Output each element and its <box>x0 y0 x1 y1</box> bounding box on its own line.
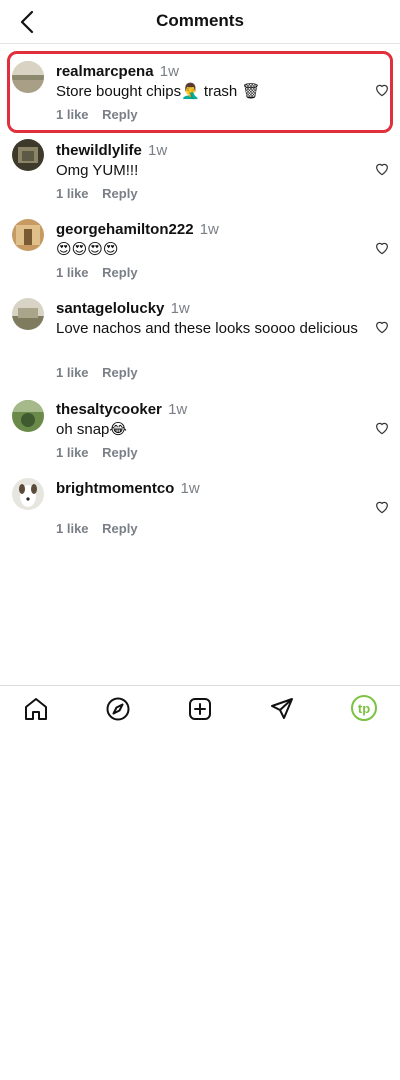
avatar[interactable] <box>12 61 44 93</box>
heart-icon[interactable] <box>374 82 390 98</box>
like-count[interactable]: 1 like <box>56 365 89 380</box>
comment-actions: 1 like Reply <box>56 521 148 536</box>
comment-actions: 1 like Reply <box>56 107 148 122</box>
comment-username[interactable]: thewildlylife <box>56 142 142 159</box>
comment-item: realmarcpena 1w Store bought chips🤦‍♂️ t… <box>0 44 400 139</box>
comment-time: 1w <box>170 300 190 317</box>
like-count[interactable]: 1 like <box>56 445 89 460</box>
heart-icon[interactable] <box>374 499 390 515</box>
comment-text: Love nachos and these looks soooo delici… <box>56 320 358 337</box>
comment-time: 1w <box>159 63 179 80</box>
reply-button[interactable]: Reply <box>102 186 137 201</box>
comment-username[interactable]: brightmomentco <box>56 480 174 497</box>
page-title: Comments <box>156 11 244 30</box>
create-post-icon[interactable] <box>187 696 213 722</box>
header: Comments <box>0 0 400 44</box>
reply-button[interactable]: Reply <box>102 365 137 380</box>
like-count[interactable]: 1 like <box>56 107 89 122</box>
avatar[interactable] <box>12 400 44 432</box>
comment-actions: 1 like Reply <box>56 265 148 280</box>
avatar[interactable] <box>12 219 44 251</box>
home-icon[interactable] <box>23 696 49 722</box>
comment-time: 1w <box>168 401 188 418</box>
comment-actions: 1 like Reply <box>56 445 148 460</box>
comment-text: 😍😍😍😍 <box>56 241 119 258</box>
comment-text: oh snap😂 <box>56 421 127 438</box>
comment-time: 1w <box>199 221 219 238</box>
heart-icon[interactable] <box>374 420 390 436</box>
avatar[interactable] <box>12 139 44 171</box>
comment-item: thewildlylife 1w Omg YUM!!! 1 like Reply <box>0 139 400 218</box>
reply-button[interactable]: Reply <box>102 445 137 460</box>
comment-username[interactable]: thesaltycooker <box>56 401 162 418</box>
like-count[interactable]: 1 like <box>56 521 89 536</box>
comment-time: 1w <box>148 142 168 159</box>
avatar[interactable] <box>12 298 44 330</box>
comment-text: Store bought chips🤦‍♂️ trash 🗑 <box>56 83 261 100</box>
profile-avatar-icon[interactable]: tp <box>351 695 377 721</box>
comment-item: santagelolucky 1w Love nachos and these … <box>0 297 400 398</box>
reply-button[interactable]: Reply <box>102 107 137 122</box>
heart-icon[interactable] <box>374 161 390 177</box>
comment-text: Omg YUM!!! <box>56 162 139 179</box>
comment-item: brightmomentco 1w 1 like Reply <box>0 477 400 556</box>
profile-initials: tp <box>357 700 371 716</box>
reply-button[interactable]: Reply <box>102 265 137 280</box>
comment-username[interactable]: santagelolucky <box>56 300 164 317</box>
comment-username[interactable]: georgehamilton222 <box>56 221 194 238</box>
comment-item: thesaltycooker 1w oh snap😂 1 like Reply <box>0 398 400 477</box>
comment-username[interactable]: realmarcpena <box>56 63 154 80</box>
like-count[interactable]: 1 like <box>56 265 89 280</box>
explore-compass-icon[interactable] <box>105 696 131 722</box>
avatar[interactable] <box>12 478 44 510</box>
heart-icon[interactable] <box>374 240 390 256</box>
reply-button[interactable]: Reply <box>102 521 137 536</box>
comment-actions: 1 like Reply <box>56 365 148 380</box>
comment-actions: 1 like Reply <box>56 186 148 201</box>
comment-item: georgehamilton222 1w 😍😍😍😍 1 like Reply <box>0 218 400 297</box>
comment-time: 1w <box>180 480 200 497</box>
like-count[interactable]: 1 like <box>56 186 89 201</box>
direct-message-icon[interactable] <box>269 696 295 722</box>
heart-icon[interactable] <box>374 319 390 335</box>
bottom-tab-bar: tp <box>0 685 400 731</box>
